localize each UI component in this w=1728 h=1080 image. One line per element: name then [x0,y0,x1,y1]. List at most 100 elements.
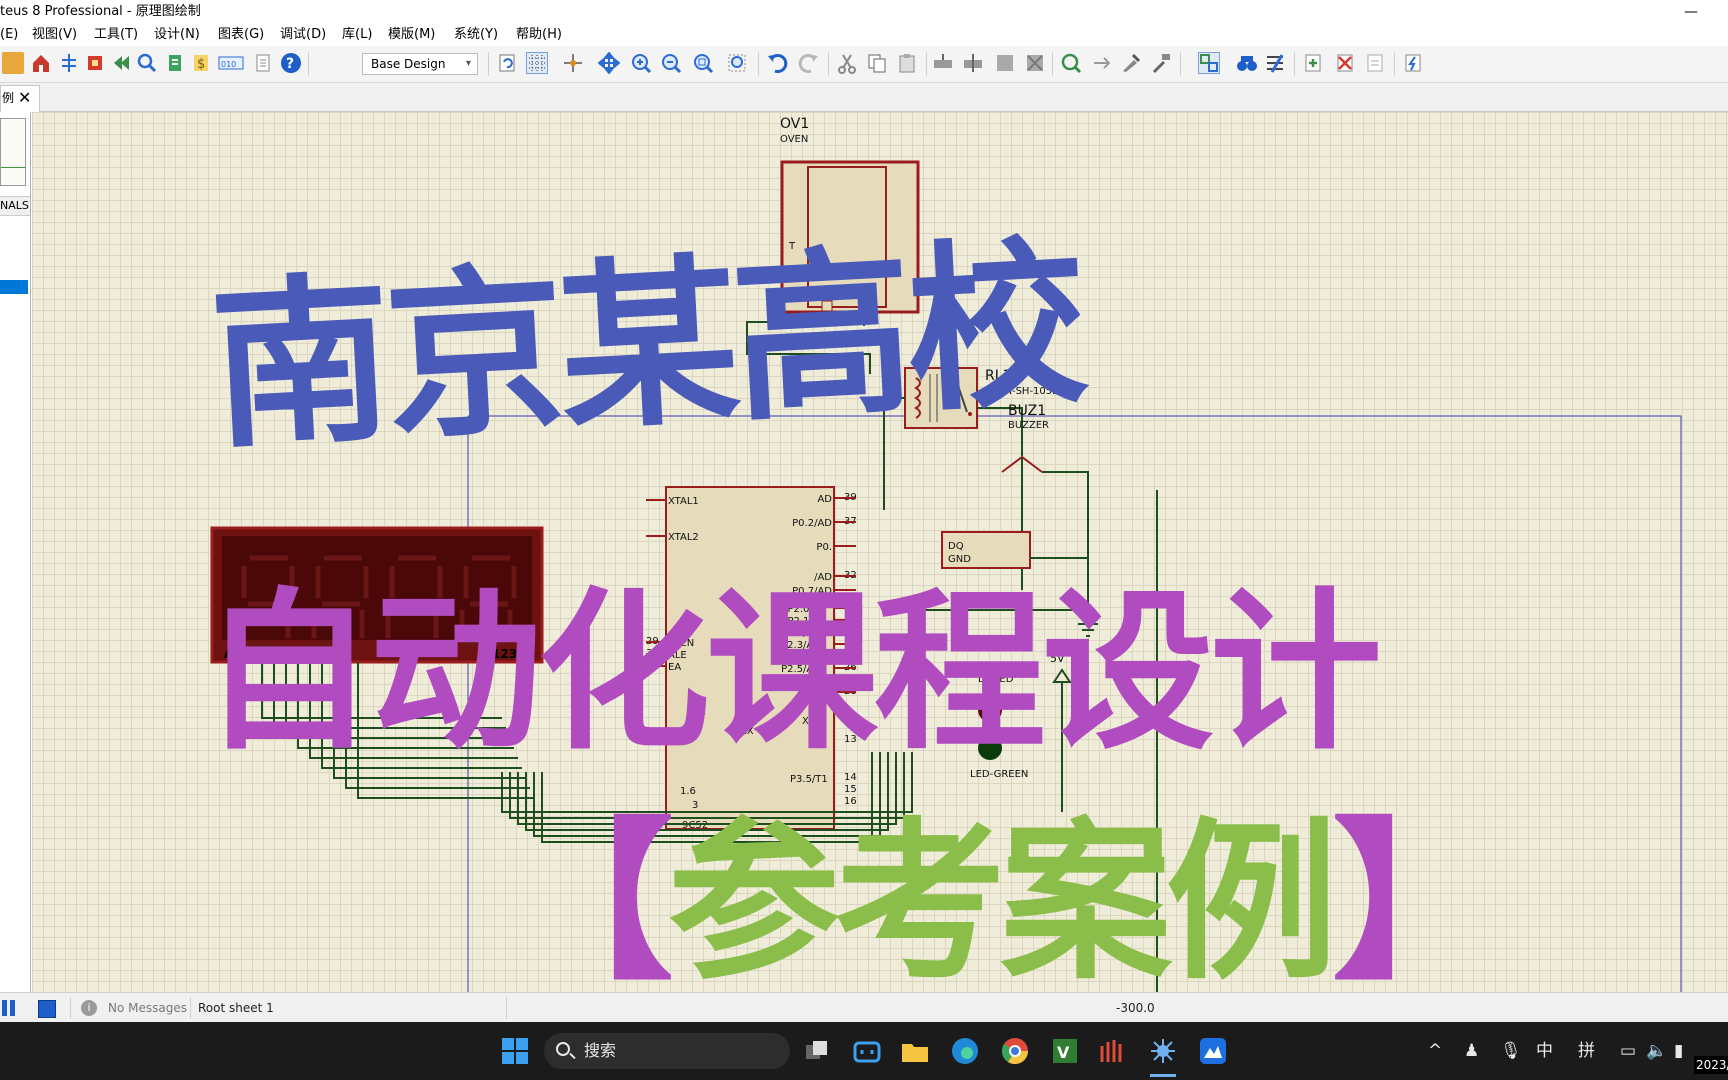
mcu-pin-label: P0.2/AD [792,518,832,529]
grid-toggle-icon[interactable] [526,52,548,74]
volume-icon[interactable]: 🔈 [1646,1039,1667,1063]
schematic-canvas[interactable]: OV1 OVEN T RL1 OMIH-SH-105L BUZ1 BUZZER … [32,112,1728,992]
menu-graph[interactable]: 图表(G) [218,24,264,46]
tab-schematic[interactable]: 例 ✕ [0,85,40,112]
refresh-icon[interactable] [496,52,518,74]
toolbar: $ 010 ? Base Design ▾ [0,46,1728,83]
taskbar-search[interactable]: 搜索 [544,1033,790,1069]
copy-icon[interactable] [866,52,888,74]
search-part-icon[interactable] [136,52,158,74]
ime-mode[interactable]: 拼 [1578,1039,1595,1063]
oven-ref: OV1 [780,116,809,132]
file-explorer-icon[interactable] [900,1036,930,1066]
overlay-title-line-1: 南京某高校 [206,219,1087,474]
mcu-pin-label: AD [817,494,832,505]
clock[interactable]: 2023/ [1694,1056,1728,1074]
svg-text:V: V [1057,1043,1070,1062]
block-move-icon[interactable] [962,52,984,74]
task-view-icon[interactable] [802,1036,832,1066]
window-title: teus 8 Professional - 原理图绘制 [0,4,201,19]
pick-device-icon[interactable] [1060,52,1082,74]
open-project-icon[interactable] [2,52,24,74]
zoom-all-icon[interactable] [692,52,714,74]
proteus-icon[interactable] [1148,1036,1178,1066]
qq-icon[interactable]: ♟ [1464,1039,1479,1063]
menu-design[interactable]: 设计(N) [154,24,200,46]
chrome-icon[interactable] [1000,1036,1030,1066]
menu-help[interactable]: 帮助(H) [516,24,562,46]
menu-system[interactable]: 系统(Y) [454,24,498,46]
schematic-icon[interactable] [58,52,80,74]
bilibili-icon[interactable] [852,1036,882,1066]
binary-icon[interactable]: 010 [218,52,244,74]
info-icon[interactable]: i [81,1000,97,1016]
new-sheet-icon[interactable] [1302,52,1324,74]
document-icon[interactable] [252,52,274,74]
decompose-icon[interactable] [1150,52,1172,74]
menu-debug[interactable]: 调试(D) [280,24,326,46]
minimize-button[interactable]: — [1684,0,1698,24]
menu-library[interactable]: 库(L) [342,24,372,46]
selected-list-item[interactable] [0,280,28,294]
block-copy-icon[interactable] [932,52,954,74]
simulate-icon[interactable] [110,52,132,74]
edge-icon[interactable] [950,1036,980,1066]
battery-icon[interactable]: ▮ [1674,1039,1683,1063]
ime-language[interactable]: 中 [1536,1039,1553,1063]
pause-button[interactable] [2,1000,16,1016]
delete-sheet-icon[interactable] [1334,52,1356,74]
sheet-status: Root sheet 1 [198,1001,274,1015]
zoom-area-icon[interactable] [726,52,748,74]
title-bar: teus 8 Professional - 原理图绘制 — [0,0,1728,24]
help-icon[interactable]: ? [280,52,302,74]
wire-autoroute-icon[interactable] [1198,52,1220,74]
taskbar: 搜索 V ^ ♟ 🎙 中 拼 ▭ 🔈 ▮ 2023/ [0,1022,1728,1080]
search-tag-icon[interactable] [1236,52,1258,74]
menu-edit[interactable]: (E) [0,24,18,46]
close-icon[interactable]: ✕ [18,86,31,110]
undo-icon[interactable] [766,52,788,74]
menu-tools[interactable]: 工具(T) [94,24,138,46]
zoom-in-icon[interactable] [630,52,652,74]
overview-window[interactable] [0,118,26,186]
block-rotate-icon[interactable] [994,52,1016,74]
paste-icon[interactable] [896,52,918,74]
cut-icon[interactable] [836,52,858,74]
design-explorer-icon[interactable] [1402,52,1424,74]
app-icon[interactable] [1098,1036,1128,1066]
menu-template[interactable]: 模版(M) [388,24,435,46]
overlay-title-line-3: 【参考案例】 [502,762,1504,992]
design-variant-select[interactable]: Base Design ▾ [362,53,478,75]
pcb-icon[interactable] [84,52,106,74]
app-blue-icon[interactable] [1198,1036,1228,1066]
block-delete-icon[interactable] [1024,52,1046,74]
package-tool-icon[interactable] [1120,52,1142,74]
microphone-icon[interactable]: 🎙 [1500,1039,1522,1063]
svg-text:010: 010 [221,60,236,69]
menu-view[interactable]: 视图(V) [32,24,77,46]
chevron-up-icon[interactable]: ^ [1428,1039,1442,1063]
home-icon[interactable] [30,52,52,74]
property-tool-icon[interactable] [1264,52,1286,74]
dollar-icon[interactable]: $ [190,52,212,74]
oven-name: OVEN [780,134,808,145]
design-variant-value: Base Design [371,57,446,71]
origin-icon[interactable] [562,52,584,74]
tab-label: 例 [2,91,15,105]
bom-icon[interactable] [164,52,186,74]
svg-text:?: ? [286,56,294,72]
make-device-icon[interactable] [1090,52,1112,74]
mcu-pin-label: XTAL1 [668,496,699,507]
overlay-title-line-2: 自动化课程设计 [202,572,1382,773]
messages-status[interactable]: No Messages [108,993,187,1023]
menu-bar: (E) 视图(V) 工具(T) 设计(N) 图表(G) 调试(D) 库(L) 模… [0,24,1728,46]
goto-sheet-icon[interactable] [1364,52,1386,74]
network-icon[interactable]: ▭ [1620,1039,1636,1063]
pan-icon[interactable] [597,51,621,75]
redo-icon[interactable] [798,52,820,74]
zoom-out-icon[interactable] [660,52,682,74]
keil-icon[interactable]: V [1050,1036,1080,1066]
bracket-open: 【 [502,802,674,992]
start-icon[interactable] [500,1036,530,1066]
stop-button[interactable] [38,1000,56,1018]
